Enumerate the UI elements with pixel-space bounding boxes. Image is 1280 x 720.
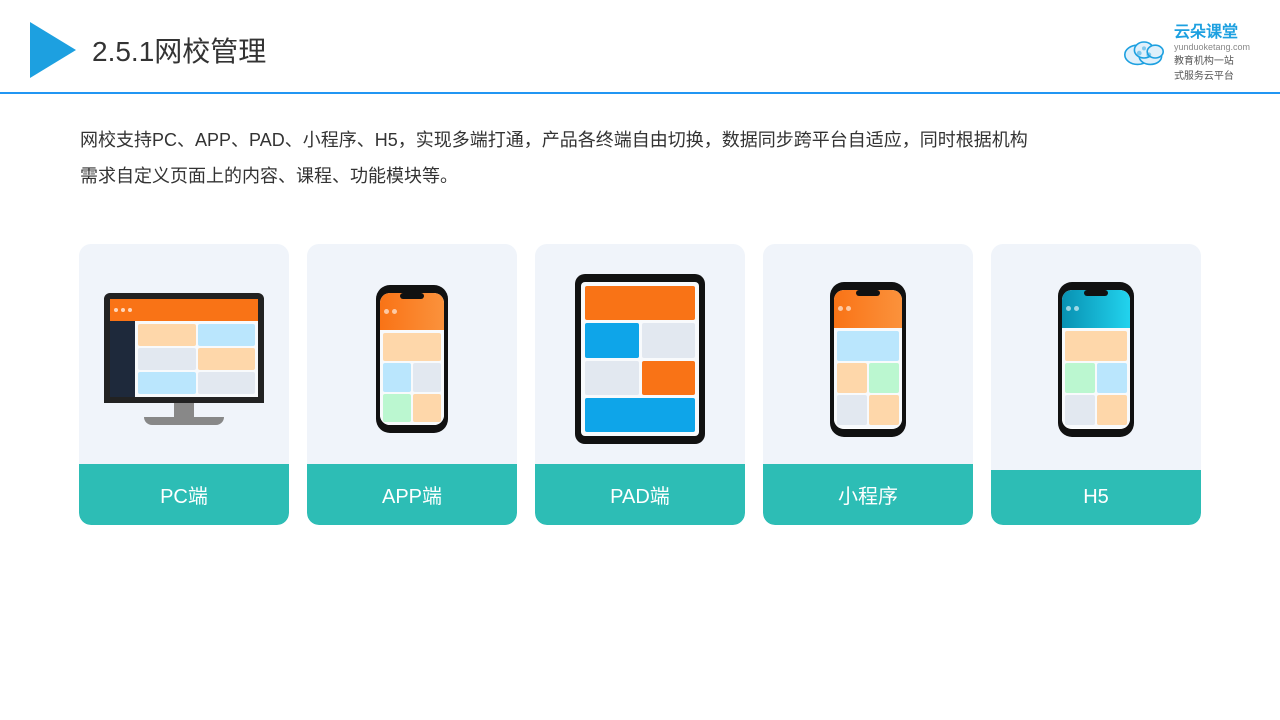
- app-phone-mockup: [376, 285, 448, 433]
- miniprogram-phone-notch: [856, 290, 880, 296]
- h5-phone-screen: [1062, 290, 1130, 429]
- pc-block-5: [138, 372, 196, 394]
- platform-cards-container: PC端: [0, 214, 1280, 545]
- miniprogram-phone-mockup: [830, 282, 906, 437]
- miniprogram-phone-screen: [834, 290, 902, 429]
- h5-image-area: [991, 244, 1201, 464]
- pc-dot-1: [114, 308, 118, 312]
- pad-block-4: [642, 361, 696, 395]
- pc-screen-header: [110, 299, 258, 321]
- pad-card: PAD端: [535, 244, 745, 525]
- header-right: 云朵课堂 yunduoketang.com 教育机构一站式服务云平台: [1120, 18, 1250, 82]
- pc-block-3: [138, 348, 196, 370]
- miniprogram-screen-content: [834, 290, 902, 429]
- h5-block-3: [1097, 363, 1127, 393]
- pad-block-2: [642, 323, 696, 357]
- monitor-screen: [104, 293, 264, 403]
- miniprogram-image-area: [763, 244, 973, 464]
- description-paragraph-1: 网校支持PC、APP、PAD、小程序、H5，实现多端打通，产品各终端自由切换，数…: [80, 122, 1200, 158]
- pc-block-2: [198, 324, 256, 346]
- pad-screen-content: [581, 282, 699, 436]
- brand-url: yunduoketang.com: [1174, 42, 1250, 52]
- app-screen-content: [380, 293, 444, 425]
- app-block-5: [413, 394, 441, 422]
- pc-block-1: [138, 324, 196, 346]
- pc-card-label: PC端: [79, 464, 289, 525]
- pad-card-label: PAD端: [535, 464, 745, 525]
- phone-notch: [400, 293, 424, 299]
- h5-dot-1: [1066, 306, 1071, 311]
- brand-info: 云朵课堂 yunduoketang.com 教育机构一站式服务云平台: [1174, 18, 1250, 82]
- app-phone-screen: [380, 293, 444, 425]
- h5-phone-mockup: [1058, 282, 1134, 437]
- description-paragraph-2: 需求自定义页面上的内容、课程、功能模块等。: [80, 158, 1200, 194]
- pc-screen-content: [135, 321, 258, 397]
- h5-card: H5: [991, 244, 1201, 525]
- miniprogram-dot-1: [838, 306, 843, 311]
- pc-dot-3: [128, 308, 132, 312]
- miniprogram-block-1: [837, 331, 899, 361]
- pc-image-area: [79, 244, 289, 464]
- miniprogram-block-2: [837, 363, 867, 393]
- app-dot-2: [392, 309, 397, 314]
- h5-block-1: [1065, 331, 1127, 361]
- pc-block-6: [198, 372, 256, 394]
- pc-card: PC端: [79, 244, 289, 525]
- pad-tablet-mockup: [575, 274, 705, 444]
- pad-block-header: [585, 286, 695, 320]
- h5-phone-notch: [1084, 290, 1108, 296]
- app-block-1: [383, 333, 441, 361]
- miniprogram-screen-body: [834, 328, 902, 428]
- h5-block-5: [1097, 395, 1127, 425]
- header-left: 2.5.1网校管理: [30, 22, 266, 78]
- app-image-area: [307, 244, 517, 464]
- h5-screen-content: [1062, 290, 1130, 429]
- pc-block-4: [198, 348, 256, 370]
- h5-dot-2: [1074, 306, 1079, 311]
- monitor-base: [144, 417, 224, 425]
- pad-block-1: [585, 323, 639, 357]
- h5-block-2: [1065, 363, 1095, 393]
- description-text: 网校支持PC、APP、PAD、小程序、H5，实现多端打通，产品各终端自由切换，数…: [0, 94, 1280, 204]
- app-card: APP端: [307, 244, 517, 525]
- pad-image-area: [535, 244, 745, 464]
- h5-block-4: [1065, 395, 1095, 425]
- miniprogram-block-3: [869, 363, 899, 393]
- miniprogram-dot-2: [846, 306, 851, 311]
- logo-triangle-icon: [30, 22, 76, 78]
- app-block-2: [383, 363, 411, 391]
- pc-monitor-icon: [104, 293, 264, 425]
- miniprogram-block-5: [869, 395, 899, 425]
- monitor-neck: [174, 403, 194, 417]
- app-dot-1: [384, 309, 389, 314]
- pad-tablet-screen: [581, 282, 699, 436]
- app-card-label: APP端: [307, 464, 517, 525]
- h5-screen-body: [1062, 328, 1130, 428]
- cloud-logo-icon: [1120, 32, 1168, 68]
- pad-block-3: [585, 361, 639, 395]
- pc-screen-sidebar: [110, 321, 135, 397]
- app-screen-body: [380, 330, 444, 425]
- pc-dot-2: [121, 308, 125, 312]
- h5-card-label: H5: [991, 470, 1201, 525]
- brand-name: 云朵课堂: [1174, 18, 1250, 42]
- brand-logo: 云朵课堂 yunduoketang.com 教育机构一站式服务云平台: [1120, 18, 1250, 82]
- app-block-4: [383, 394, 411, 422]
- page-header: 2.5.1网校管理 云朵课堂 yunduoketang.com 教育机构一站式服…: [0, 0, 1280, 94]
- pad-block-5: [585, 398, 695, 432]
- brand-slogan: 教育机构一站式服务云平台: [1174, 52, 1250, 82]
- page-title: 2.5.1网校管理: [92, 30, 266, 70]
- app-block-3: [413, 363, 441, 391]
- miniprogram-card-label: 小程序: [763, 464, 973, 525]
- miniprogram-block-4: [837, 395, 867, 425]
- miniprogram-card: 小程序: [763, 244, 973, 525]
